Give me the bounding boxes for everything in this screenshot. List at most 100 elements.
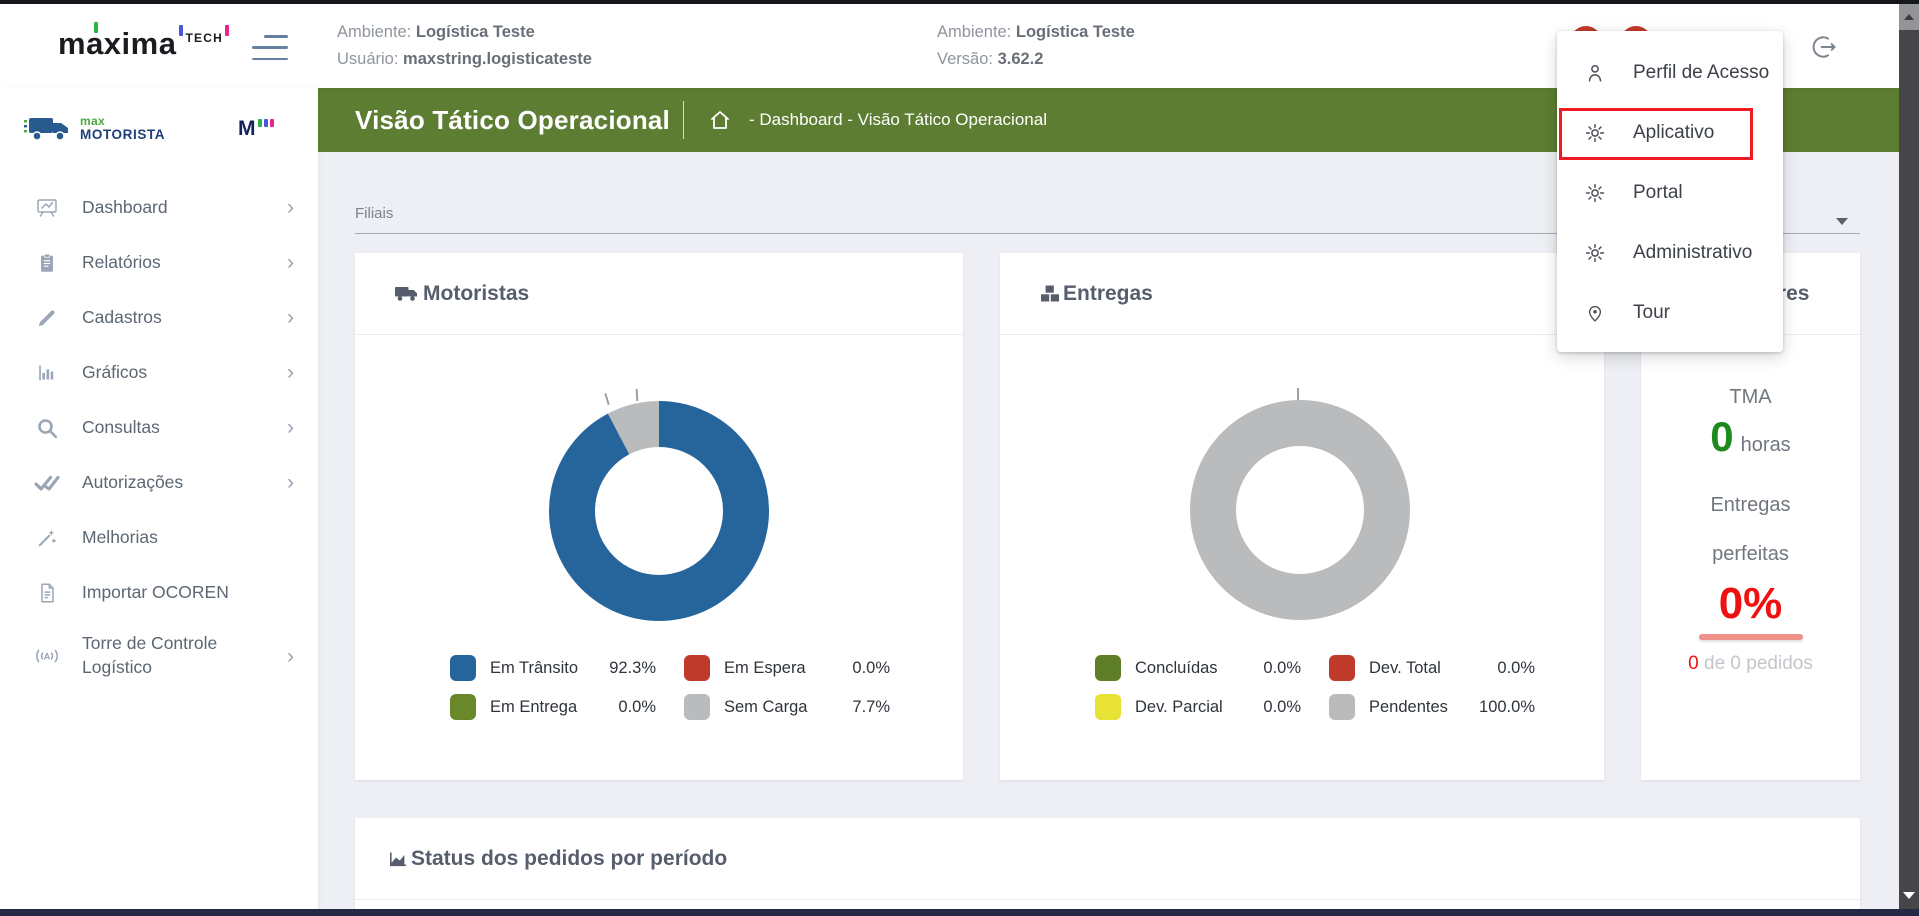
donut-tick	[604, 393, 609, 405]
mini-tick-blue-icon	[264, 119, 268, 127]
gear-icon	[1583, 241, 1607, 265]
logo-tick-blue-icon	[179, 25, 183, 36]
boxes-icon	[1040, 284, 1060, 304]
motoristas-card-title: Motoristas	[423, 282, 529, 306]
menu-item-tour[interactable]: Tour	[1557, 283, 1783, 343]
legend-swatch	[1329, 655, 1355, 681]
search-icon	[34, 416, 60, 440]
truck-icon	[395, 285, 420, 303]
mini-brand-logo: M	[238, 117, 274, 141]
tma-value-row: 0 horas	[1641, 413, 1860, 461]
motoristas-legend: Em Trânsito 92.3% Em Espera 0.0% Em Entr…	[450, 655, 890, 720]
chevron-right-icon: ›	[287, 417, 294, 438]
legend-item: Em Entrega 0.0%	[450, 694, 656, 720]
ambient-value: Logística Teste	[416, 23, 535, 41]
sidebar-item-cadastros[interactable]: Cadastros ›	[0, 290, 318, 345]
legend-item: Concluídas 0.0%	[1095, 655, 1301, 681]
chevron-right-icon: ›	[287, 197, 294, 218]
entregas-legend: Concluídas 0.0% Dev. Total 0.0% Dev. Par…	[1095, 655, 1535, 720]
chevron-right-icon: ›	[287, 646, 294, 667]
orders-count: 0 de 0 pedidos	[1641, 653, 1860, 675]
sidebar-toggle-button[interactable]	[252, 35, 288, 60]
legend-item: Dev. Parcial 0.0%	[1095, 694, 1301, 720]
user-icon	[1583, 61, 1607, 85]
entregas-card-title: Entregas	[1063, 282, 1153, 306]
gear-icon	[1583, 121, 1607, 145]
hamburger-icon	[264, 35, 288, 38]
home-icon[interactable]	[708, 108, 732, 132]
chevron-down-icon	[1836, 218, 1848, 225]
sidebar-item-consultas[interactable]: Consultas ›	[0, 400, 318, 455]
area-chart-icon	[388, 849, 408, 869]
donut-tick	[1297, 388, 1299, 400]
progress-bar	[1699, 634, 1803, 640]
entregas-donut-chart	[1190, 400, 1410, 620]
version-label: Versão:	[937, 50, 993, 68]
sidebar-item-autorizacoes[interactable]: Autorizações ›	[0, 455, 318, 510]
legend-swatch	[450, 655, 476, 681]
breadcrumb: - Dashboard - Visão Tático Operacional	[749, 110, 1047, 130]
logo-max-text: max	[80, 115, 165, 127]
magic-wand-icon	[34, 527, 60, 549]
menu-item-aplicativo[interactable]: Aplicativo	[1557, 103, 1783, 163]
version-value: 3.62.2	[998, 50, 1044, 68]
settings-dropdown-menu: Perfil de Acesso Aplicativo Portal	[1557, 31, 1783, 352]
sidebar-item-melhorias[interactable]: Melhorias	[0, 510, 318, 565]
legend-item: Sem Carga 7.7%	[684, 694, 890, 720]
mini-tick-green-icon	[258, 119, 262, 127]
environment-info: Ambiente: Logística Teste Usuário: maxst…	[337, 19, 592, 73]
logo-tick-green-icon	[94, 22, 98, 33]
window-top-border	[0, 0, 1919, 4]
maxmotorista-logo: max MOTORISTA	[24, 112, 165, 144]
sidebar-item-relatorios[interactable]: Relatórios ›	[0, 235, 318, 290]
scroll-up-icon	[1904, 14, 1914, 20]
legend-swatch	[684, 694, 710, 720]
perfect-deliveries-label-2: perfeitas	[1641, 543, 1860, 566]
legend-swatch	[450, 694, 476, 720]
tma-label: TMA	[1641, 386, 1860, 409]
user-value: maxstring.logisticateste	[403, 50, 592, 68]
legend-item: Pendentes 100.0%	[1329, 694, 1535, 720]
logout-icon[interactable]	[1808, 32, 1840, 64]
ambient-label: Ambiente:	[337, 23, 411, 41]
sidebar-item-graficos[interactable]: Gráficos ›	[0, 345, 318, 400]
gear-icon	[1583, 181, 1607, 205]
entregas-card-header: Entregas	[1000, 253, 1604, 335]
menu-item-administrativo[interactable]: Administrativo	[1557, 223, 1783, 283]
maximatech-logo: maxima TECH	[58, 28, 229, 60]
chevron-right-icon: ›	[287, 307, 294, 328]
broadcast-tower-icon: A	[34, 645, 60, 667]
legend-item: Em Espera 0.0%	[684, 655, 890, 681]
donut-tick	[636, 389, 639, 401]
logo-brand-text: maxima	[58, 26, 176, 61]
document-icon	[34, 582, 60, 604]
legend-swatch	[1329, 694, 1355, 720]
sidebar-nav: Dashboard › Relatórios › Cadastr	[0, 180, 318, 692]
menu-item-portal[interactable]: Portal	[1557, 163, 1783, 223]
user-label: Usuário:	[337, 50, 398, 68]
legend-swatch	[1095, 694, 1121, 720]
truck-logo-icon	[24, 112, 72, 144]
sidebar-item-importar-ocoren[interactable]: Importar OCOREN	[0, 565, 318, 620]
scroll-down-icon[interactable]	[1903, 892, 1915, 899]
sidebar-item-dashboard[interactable]: Dashboard ›	[0, 180, 318, 235]
vertical-scrollbar[interactable]	[1899, 4, 1919, 909]
chevron-right-icon: ›	[287, 362, 294, 383]
status-card-header: Status dos pedidos por período	[355, 818, 1860, 900]
scrollbar-up-button[interactable]	[1899, 4, 1919, 30]
tma-unit: horas	[1741, 434, 1791, 457]
mini-tick-pink-icon	[270, 119, 274, 127]
legend-swatch	[684, 655, 710, 681]
titlebar-divider	[683, 101, 684, 139]
chevron-right-icon: ›	[287, 472, 294, 493]
dashboard-icon	[34, 196, 60, 220]
perfect-deliveries-percent: 0%	[1641, 579, 1860, 629]
chevron-right-icon: ›	[287, 252, 294, 273]
menu-item-perfil-de-acesso[interactable]: Perfil de Acesso	[1557, 43, 1783, 103]
legend-item: Em Trânsito 92.3%	[450, 655, 656, 681]
sidebar-item-torre-de-controle[interactable]: A Torre de Controle Logístico ›	[0, 620, 318, 692]
ambient2-label: Ambiente:	[937, 23, 1011, 41]
motoristas-card: Motoristas Em Trânsito 92.3% Em Espera 0…	[355, 253, 963, 780]
page-title: Visão Tático Operacional	[355, 105, 670, 136]
pencil-icon	[34, 307, 60, 329]
